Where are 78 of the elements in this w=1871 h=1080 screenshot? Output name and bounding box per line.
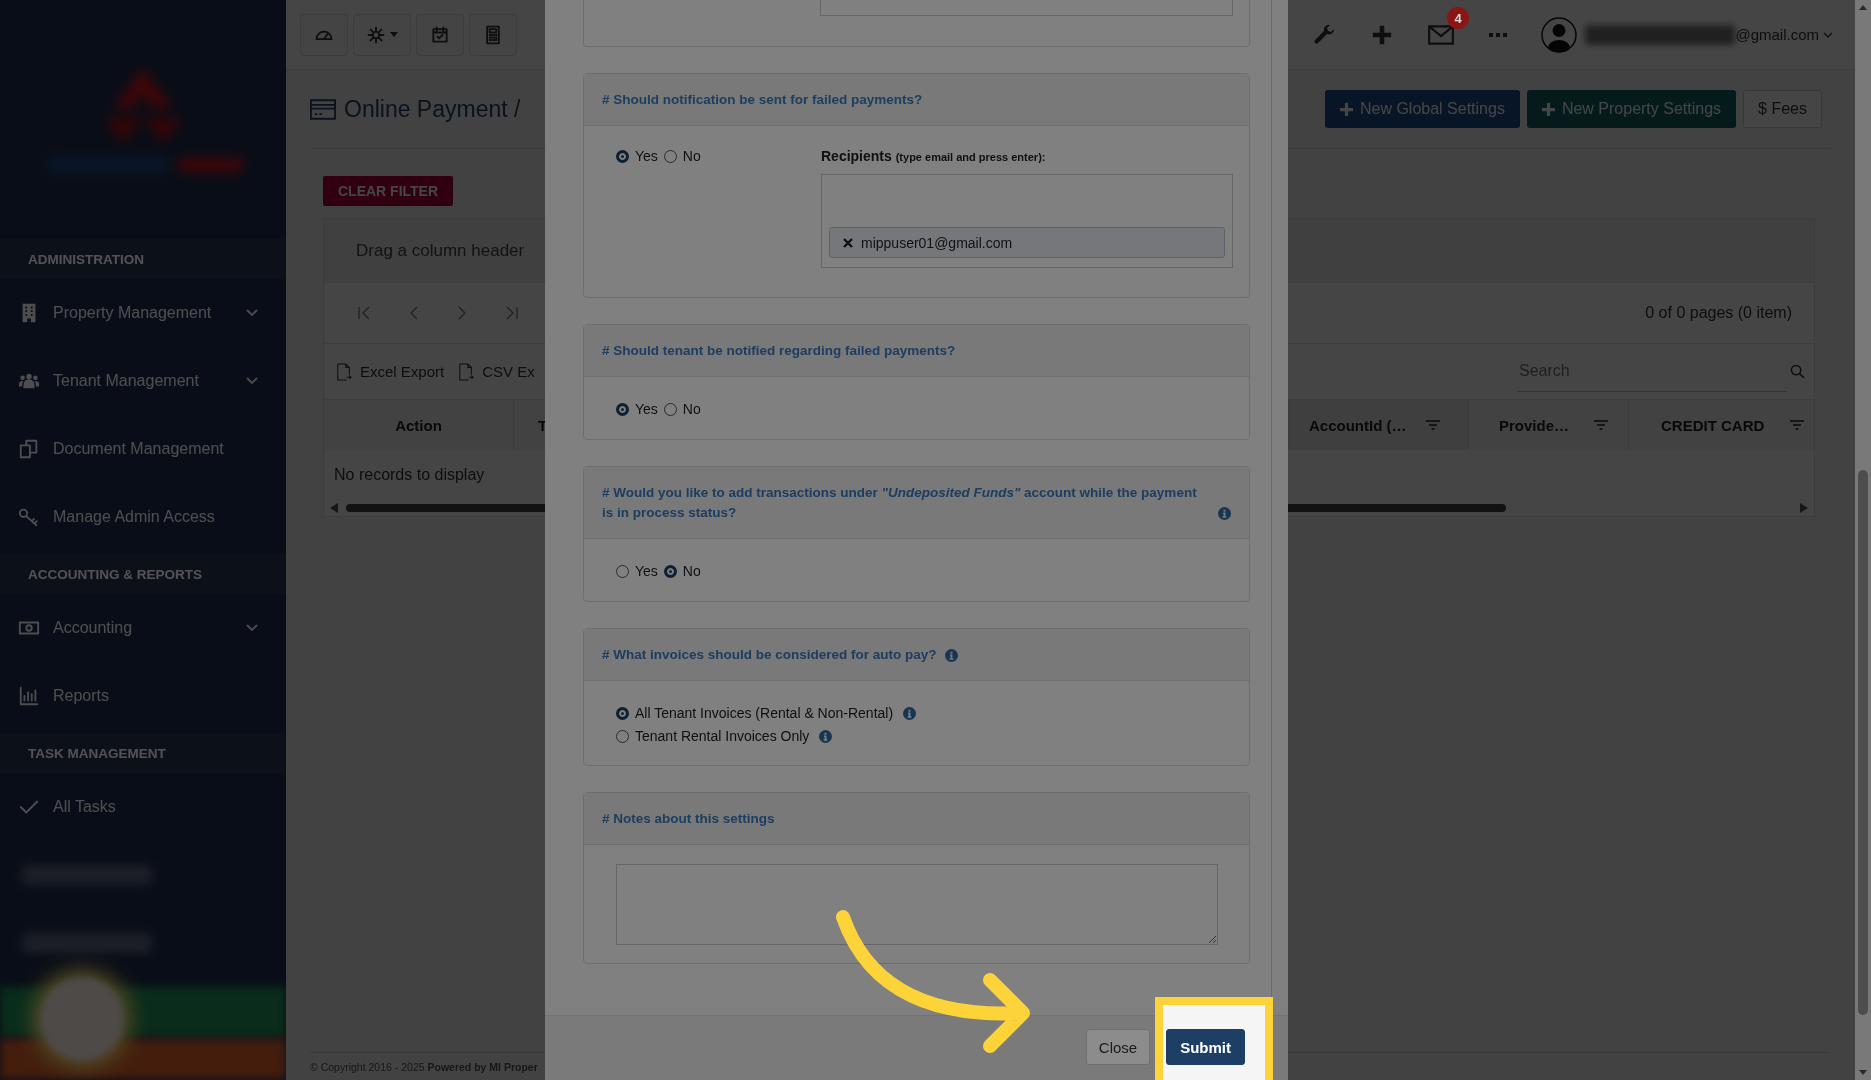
column-header[interactable]: Action — [324, 400, 514, 450]
nav-item[interactable]: All Tasks — [0, 773, 286, 841]
caret-icon[interactable] — [1823, 31, 1833, 38]
nav-item[interactable]: Tenant Management — [0, 347, 286, 415]
radio-label[interactable]: All Tenant Invoices (Rental & Non-Rental) — [635, 705, 894, 721]
info-icon[interactable] — [1218, 506, 1231, 520]
remove-icon[interactable] — [843, 237, 853, 248]
nav-item[interactable]: Document Management — [0, 415, 286, 483]
radio-button[interactable] — [663, 149, 677, 163]
radio-button[interactable] — [616, 564, 629, 578]
nav-item[interactable]: Accounting — [0, 594, 286, 662]
radio-button[interactable] — [616, 706, 629, 720]
radio-button[interactable] — [663, 564, 677, 578]
calculator-icon — [483, 24, 503, 45]
radio-button[interactable] — [663, 402, 677, 416]
plus-icon[interactable] — [1371, 23, 1394, 46]
search-icon — [1790, 364, 1805, 379]
input-field[interactable] — [820, 0, 1233, 16]
radio-button[interactable] — [616, 729, 629, 743]
more-icon[interactable] — [1489, 32, 1508, 37]
radio-button[interactable] — [616, 149, 629, 163]
info-icon[interactable] — [903, 706, 917, 720]
info-icon[interactable] — [819, 729, 833, 743]
gear-icon — [366, 24, 386, 45]
email-tag[interactable]: mippuser01@gmail.com — [829, 227, 1225, 258]
column-header[interactable]: Provide… — [1469, 400, 1629, 450]
radio-label[interactable]: No — [682, 401, 701, 417]
filter-icon[interactable] — [1594, 420, 1608, 430]
radio-label[interactable]: Yes — [635, 401, 658, 417]
last-page-icon[interactable] — [506, 306, 518, 320]
credit-card-icon — [310, 98, 336, 120]
next-page-icon[interactable] — [458, 306, 466, 320]
section-header: ADMINISTRATION — [0, 239, 286, 279]
first-page-icon[interactable] — [358, 306, 370, 320]
action-button[interactable]: New Property Settings — [1526, 90, 1737, 128]
nav-item[interactable]: Reports — [0, 662, 286, 730]
file-export-icon — [336, 362, 352, 381]
radio-label[interactable]: Yes — [635, 563, 658, 579]
filter-icon[interactable] — [1790, 420, 1804, 430]
section-header: ACCOUNTING & REPORTS — [0, 554, 286, 594]
toolbar-button[interactable] — [353, 13, 411, 56]
radio-label[interactable]: Yes — [635, 148, 658, 164]
info-icon[interactable] — [944, 648, 958, 662]
dialog-button[interactable]: Submit — [1166, 1029, 1245, 1065]
radio-button[interactable] — [616, 402, 629, 416]
notes-field[interactable] — [616, 864, 1218, 945]
question-text: # Should tenant be notified regarding failed payments? — [602, 341, 956, 360]
section-header: TASK MANAGEMENT — [0, 733, 286, 773]
plus-icon — [1339, 102, 1353, 116]
filter-icon[interactable] — [1426, 420, 1440, 430]
recipients-field[interactable]: mippuser01@gmail.com — [821, 174, 1233, 268]
toolbar-button[interactable] — [416, 13, 464, 56]
caret-icon — [390, 32, 398, 37]
column-header[interactable]: CREDIT CARD — [1629, 400, 1814, 450]
question-text: # Notes about this settings — [602, 809, 775, 828]
page-scrollbar[interactable] — [1855, 0, 1871, 1080]
radio-label[interactable]: Tenant Rental Invoices Only — [635, 728, 810, 744]
dialog-button[interactable]: Close — [1085, 1029, 1151, 1065]
question-text: # Should notification be sent for failed payments? — [602, 90, 923, 109]
nav-item[interactable]: Property Management — [0, 279, 286, 347]
field-label: Recipients (type email and press enter): — [821, 148, 1047, 164]
toolbar-button[interactable] — [300, 13, 348, 56]
radio-label[interactable]: No — [682, 563, 701, 579]
file-export-icon — [458, 362, 475, 381]
question-text: # What invoices should be considered for auto pay? — [602, 645, 937, 664]
plus-icon — [1541, 102, 1555, 116]
calendar-icon — [430, 24, 450, 45]
avatar-icon[interactable] — [1541, 16, 1578, 53]
key-icon — [18, 506, 40, 528]
question-text: # Would you like to add transactions under "Undeposited Funds" account while the payment is in process status? — [602, 483, 1198, 522]
bar-chart-icon — [18, 685, 40, 707]
nav-item[interactable]: Manage Admin Access — [0, 483, 286, 551]
clear-filter-button[interactable]: CLEAR FILTER — [323, 176, 454, 206]
documents-icon — [18, 438, 40, 460]
radio-label[interactable]: No — [682, 148, 701, 164]
previous-page-icon[interactable] — [410, 306, 418, 320]
toolbar-button[interactable] — [469, 13, 517, 56]
mail-icon[interactable] — [1427, 23, 1456, 46]
